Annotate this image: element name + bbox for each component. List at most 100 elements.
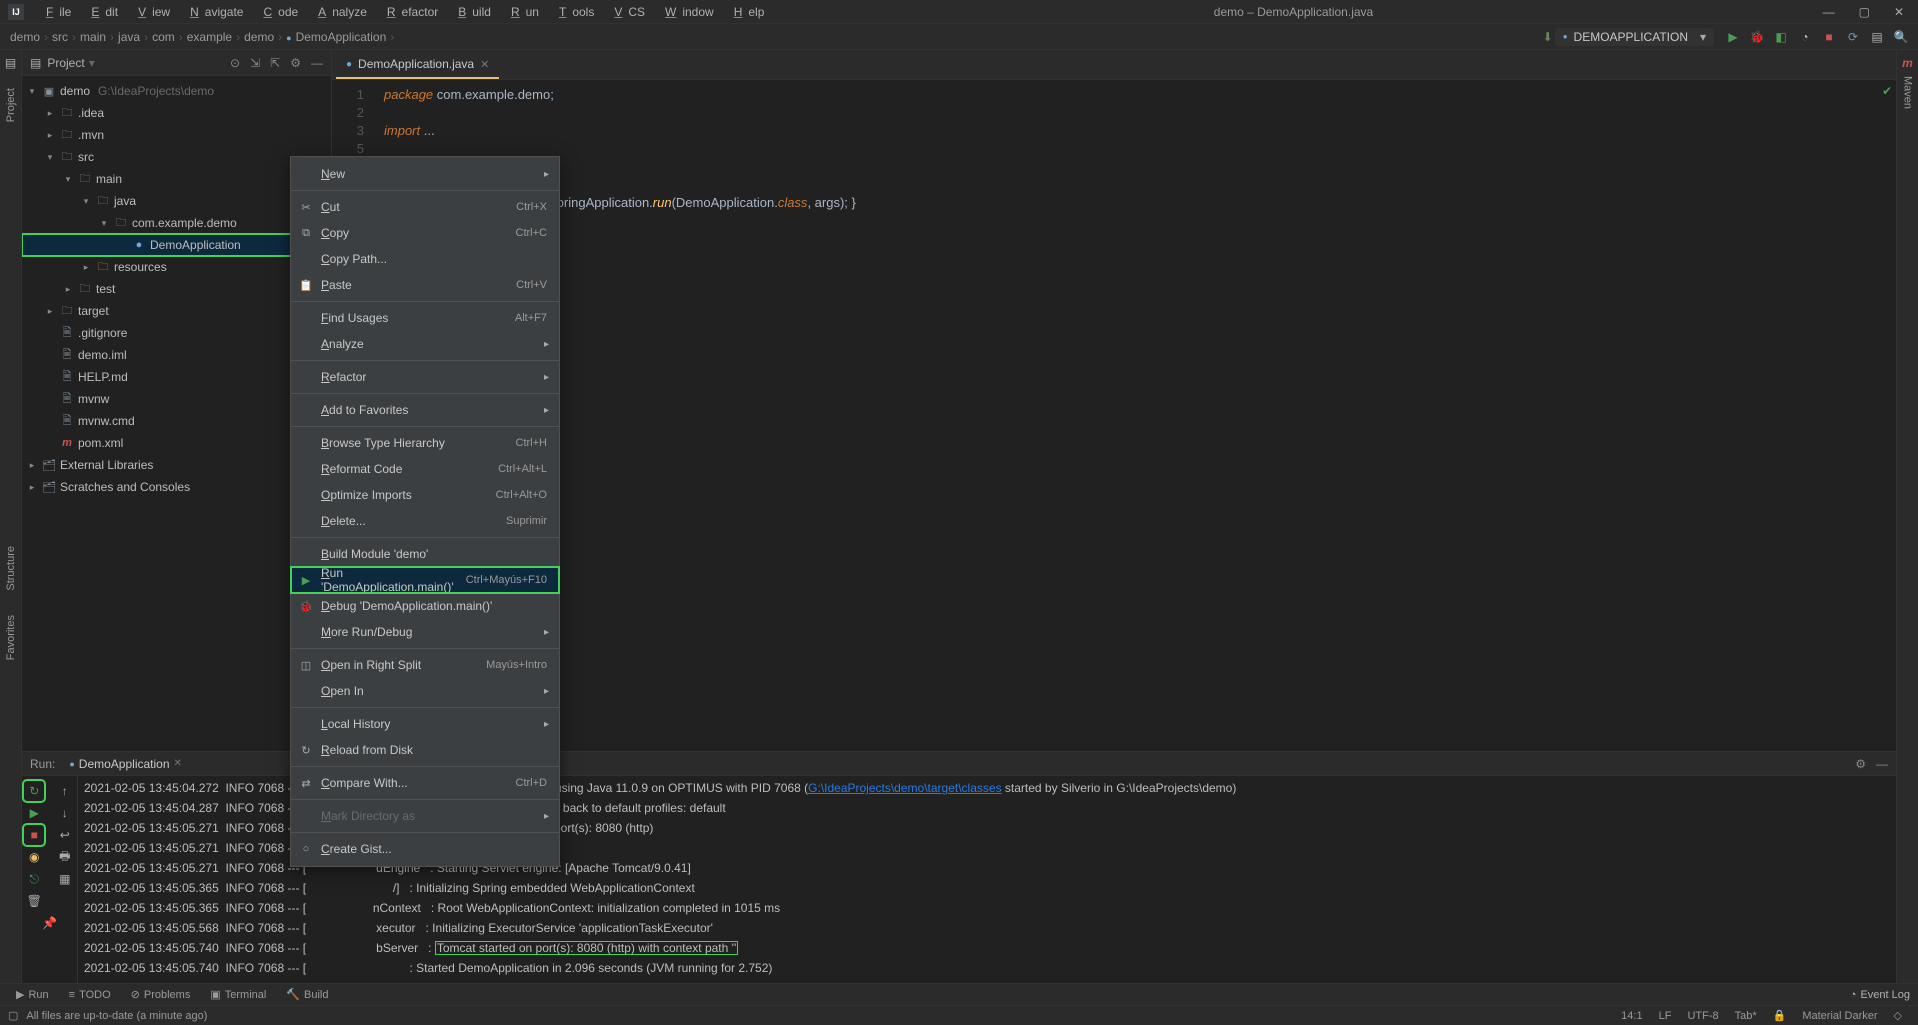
status-encoding[interactable]: UTF-8	[1679, 1010, 1726, 1022]
breadcrumb-item[interactable]: demo	[244, 30, 274, 44]
tree-item-java[interactable]: ▾🗀java	[22, 190, 331, 212]
ctx-paste[interactable]: 📋PasteCtrl+V	[291, 272, 559, 298]
breadcrumb-item[interactable]: example	[187, 30, 232, 44]
layout-icon[interactable]: ▦	[56, 870, 74, 888]
pin-icon[interactable]: 📌	[41, 914, 59, 932]
tree-item-demoapplication[interactable]: ●DemoApplication	[22, 234, 331, 256]
run-icon[interactable]: ▶	[1726, 30, 1740, 44]
menu-file[interactable]: File	[34, 3, 77, 21]
run-settings-icon[interactable]: ⚙	[1855, 757, 1866, 771]
ctx-optimize-imports[interactable]: Optimize ImportsCtrl+Alt+O	[291, 482, 559, 508]
tree-arrow-icon[interactable]: ▸	[44, 306, 56, 317]
exit-icon[interactable]: ⎋	[25, 870, 43, 888]
ctx-cut[interactable]: ✂CutCtrl+X	[291, 194, 559, 220]
select-opened-icon[interactable]: ⊙	[230, 56, 240, 70]
run-config-combo[interactable]: DEMOAPPLICATION	[1555, 28, 1714, 46]
menu-window[interactable]: Window	[653, 3, 720, 21]
collapse-all-icon[interactable]: ⇱	[270, 56, 280, 70]
search-everywhere-icon[interactable]: 🔍	[1894, 30, 1908, 44]
menu-build[interactable]: Build	[446, 3, 497, 21]
soft-wrap-icon[interactable]: ↩	[56, 826, 74, 844]
tree-item--idea[interactable]: ▸🗀.idea	[22, 102, 331, 124]
status-line-ending[interactable]: LF	[1651, 1010, 1680, 1022]
run-tab-demoapplication[interactable]: ● DemoApplication ✕	[63, 755, 188, 773]
menu-edit[interactable]: Edit	[79, 3, 124, 21]
tree-item-target[interactable]: ▸🗀target	[22, 300, 331, 322]
console-link[interactable]: G:\IdeaProjects\demo\target\classes	[808, 781, 1001, 795]
update-icon[interactable]: ⟳	[1846, 30, 1860, 44]
tree-item-src[interactable]: ▾🗀src	[22, 146, 331, 168]
menu-code[interactable]: Code	[251, 3, 304, 21]
tree-arrow-icon[interactable]: ▸	[44, 108, 56, 119]
menu-run[interactable]: Run	[499, 3, 545, 21]
close-icon[interactable]: ✕	[1888, 5, 1910, 19]
toolwindow-run[interactable]: ▶Run	[8, 986, 57, 1003]
code-editor[interactable]: ✔ 1235 package com.example.demo; import …	[332, 80, 1896, 751]
tree-item-pom-xml[interactable]: mpom.xml	[22, 432, 331, 454]
menu-vcs[interactable]: VCS	[602, 3, 651, 21]
heap-icon[interactable]: 🗑	[25, 892, 43, 910]
menu-navigate[interactable]: Navigate	[178, 3, 249, 21]
project-tree[interactable]: ▾▣demoG:\IdeaProjects\demo▸🗀.idea▸🗀.mvn▾…	[22, 76, 331, 751]
breadcrumb-item[interactable]: com	[152, 30, 175, 44]
breadcrumb-item[interactable]: DemoApplication	[286, 30, 386, 44]
tree-arrow-icon[interactable]: ▸	[26, 460, 38, 471]
dump-threads-icon[interactable]: ◉	[25, 848, 43, 866]
ctx-reformat-code[interactable]: Reformat CodeCtrl+Alt+L	[291, 456, 559, 482]
tree-item-mvnw[interactable]: 🗎mvnw	[22, 388, 331, 410]
ctx-refactor[interactable]: Refactor	[291, 364, 559, 390]
tree-arrow-icon[interactable]: ▾	[80, 196, 92, 207]
tree-arrow-icon[interactable]: ▸	[62, 284, 74, 295]
ctx-find-usages[interactable]: Find UsagesAlt+F7	[291, 305, 559, 331]
ctx-local-history[interactable]: Local History	[291, 711, 559, 737]
ctx-open-in-right-split[interactable]: ◫Open in Right SplitMayús+Intro	[291, 652, 559, 678]
coverage-icon[interactable]: ◧	[1774, 30, 1788, 44]
tree-item--mvn[interactable]: ▸🗀.mvn	[22, 124, 331, 146]
ctx-copy[interactable]: ⧉CopyCtrl+C	[291, 220, 559, 246]
hide-icon[interactable]: —	[311, 56, 323, 70]
toolwindow-todo[interactable]: ≡TODO	[61, 987, 119, 1003]
status-theme[interactable]: Material Darker	[1794, 1010, 1885, 1022]
project-panel-title[interactable]: Project	[47, 56, 84, 70]
stop-icon[interactable]: ■	[1822, 30, 1836, 44]
status-notify-icon[interactable]: ◇	[1886, 1009, 1910, 1022]
tree-arrow-icon[interactable]: ▾	[26, 86, 38, 97]
run-play-icon[interactable]: ▶	[25, 804, 43, 822]
ctx-create-gist-[interactable]: ○Create Gist...	[291, 836, 559, 862]
status-indent[interactable]: Tab*	[1727, 1010, 1765, 1022]
stop-button[interactable]: ■	[25, 826, 43, 844]
event-log-button[interactable]: ◔Event Log	[1850, 989, 1910, 1001]
tree-arrow-icon[interactable]: ▸	[44, 130, 56, 141]
ctx-open-in[interactable]: Open In	[291, 678, 559, 704]
tree-item-external-libraries[interactable]: ▸🗂External Libraries	[22, 454, 331, 476]
tree-item-com-example-demo[interactable]: ▾🗀com.example.demo	[22, 212, 331, 234]
ctx-debug-demoapplication-main-[interactable]: 🐞Debug 'DemoApplication.main()'	[291, 593, 559, 619]
tree-arrow-icon[interactable]: ▾	[62, 174, 74, 185]
ctx-build-module-demo-[interactable]: Build Module 'demo'	[291, 541, 559, 567]
breadcrumb[interactable]: demo›src›main›java›com›example›demo›Demo…	[10, 30, 394, 44]
project-structure-icon[interactable]: ▤	[1870, 30, 1884, 44]
breadcrumb-item[interactable]: java	[118, 30, 140, 44]
minimize-icon[interactable]: —	[1817, 5, 1841, 19]
up-icon[interactable]: ↑	[56, 782, 74, 800]
ctx-more-run-debug[interactable]: More Run/Debug	[291, 619, 559, 645]
toolwindow-build[interactable]: 🔨Build	[278, 986, 336, 1003]
toolwindow-terminal[interactable]: ▣Terminal	[202, 986, 274, 1003]
rerun-button[interactable]: ↻	[25, 782, 43, 800]
ctx-compare-with-[interactable]: ⇄Compare With...Ctrl+D	[291, 770, 559, 796]
tree-item-test[interactable]: ▸🗀test	[22, 278, 331, 300]
tree-arrow-icon[interactable]: ▾	[98, 218, 110, 229]
tree-item-scratches-and-consoles[interactable]: ▸🗂Scratches and Consoles	[22, 476, 331, 498]
menu-view[interactable]: View	[126, 3, 176, 21]
tree-item-resources[interactable]: ▸🗀resources	[22, 256, 331, 278]
close-run-tab-icon[interactable]: ✕	[174, 758, 182, 769]
close-tab-icon[interactable]: ✕	[480, 58, 489, 71]
tree-item-main[interactable]: ▾🗀main	[22, 168, 331, 190]
menu-refactor[interactable]: Refactor	[375, 3, 444, 21]
tree-item-demo-iml[interactable]: 🗎demo.iml	[22, 344, 331, 366]
build-icon[interactable]: ⬇	[1541, 30, 1555, 44]
ctx-add-to-favorites[interactable]: Add to Favorites	[291, 397, 559, 423]
menu-help[interactable]: Help	[722, 3, 771, 21]
maven-tab[interactable]: Maven	[1902, 70, 1914, 115]
ctx-analyze[interactable]: Analyze	[291, 331, 559, 357]
